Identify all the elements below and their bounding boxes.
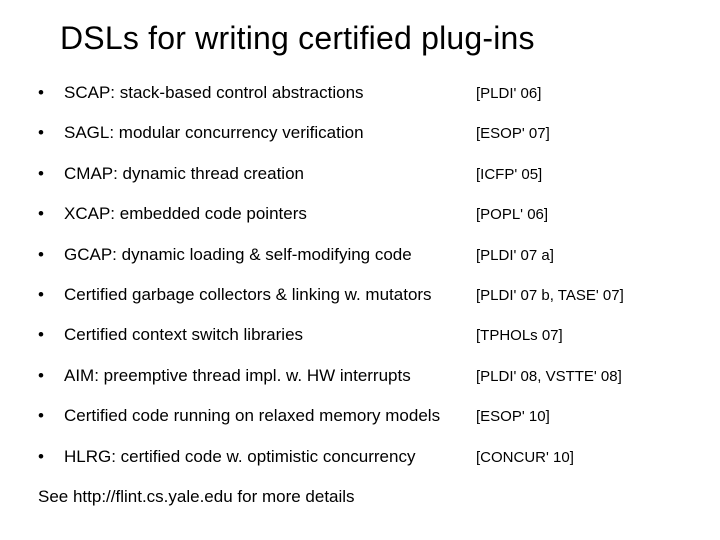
bullet-icon: • [36,325,64,345]
item-citation: [ESOP' 10] [476,408,684,426]
list-item: • CMAP: dynamic thread creation [ICFP' 0… [36,164,684,184]
item-description: AIM: preemptive thread impl. w. HW inter… [64,366,476,386]
list-item: • AIM: preemptive thread impl. w. HW int… [36,366,684,386]
item-description: Certified garbage collectors & linking w… [64,285,476,305]
item-citation: [TPHOLs 07] [476,327,684,345]
bullet-icon: • [36,164,64,184]
item-citation: [POPL' 06] [476,206,684,224]
item-citation: [PLDI' 07 b, TASE' 07] [476,287,684,305]
item-citation: [ESOP' 07] [476,125,684,143]
item-citation: [PLDI' 06] [476,85,684,103]
item-description: HLRG: certified code w. optimistic concu… [64,447,476,467]
item-description: GCAP: dynamic loading & self-modifying c… [64,245,476,265]
bullet-icon: • [36,204,64,224]
item-description: SAGL: modular concurrency verification [64,123,476,143]
list-item: • SCAP: stack-based control abstractions… [36,83,684,103]
item-description: CMAP: dynamic thread creation [64,164,476,184]
item-citation: [ICFP' 05] [476,166,684,184]
bullet-icon: • [36,123,64,143]
item-description: Certified code running on relaxed memory… [64,406,476,426]
bullet-icon: • [36,83,64,103]
item-citation: [PLDI' 08, VSTTE' 08] [476,368,684,386]
bullet-icon: • [36,245,64,265]
item-description: Certified context switch libraries [64,325,476,345]
list-item: • HLRG: certified code w. optimistic con… [36,447,684,467]
slide-title: DSLs for writing certified plug-ins [60,20,684,57]
bullet-icon: • [36,366,64,386]
list-item: • GCAP: dynamic loading & self-modifying… [36,245,684,265]
bullet-icon: • [36,406,64,426]
list-item: • SAGL: modular concurrency verification… [36,123,684,143]
bullet-icon: • [36,285,64,305]
bullet-icon: • [36,447,64,467]
item-citation: [CONCUR' 10] [476,449,684,467]
item-description: XCAP: embedded code pointers [64,204,476,224]
slide: DSLs for writing certified plug-ins • SC… [0,0,720,540]
list-item: • Certified context switch libraries [TP… [36,325,684,345]
bullet-list: • SCAP: stack-based control abstractions… [36,83,684,467]
list-item: • XCAP: embedded code pointers [POPL' 06… [36,204,684,224]
slide-footer: See http://flint.cs.yale.edu for more de… [38,487,684,507]
item-citation: [PLDI' 07 a] [476,247,684,265]
list-item: • Certified garbage collectors & linking… [36,285,684,305]
item-description: SCAP: stack-based control abstractions [64,83,476,103]
list-item: • Certified code running on relaxed memo… [36,406,684,426]
